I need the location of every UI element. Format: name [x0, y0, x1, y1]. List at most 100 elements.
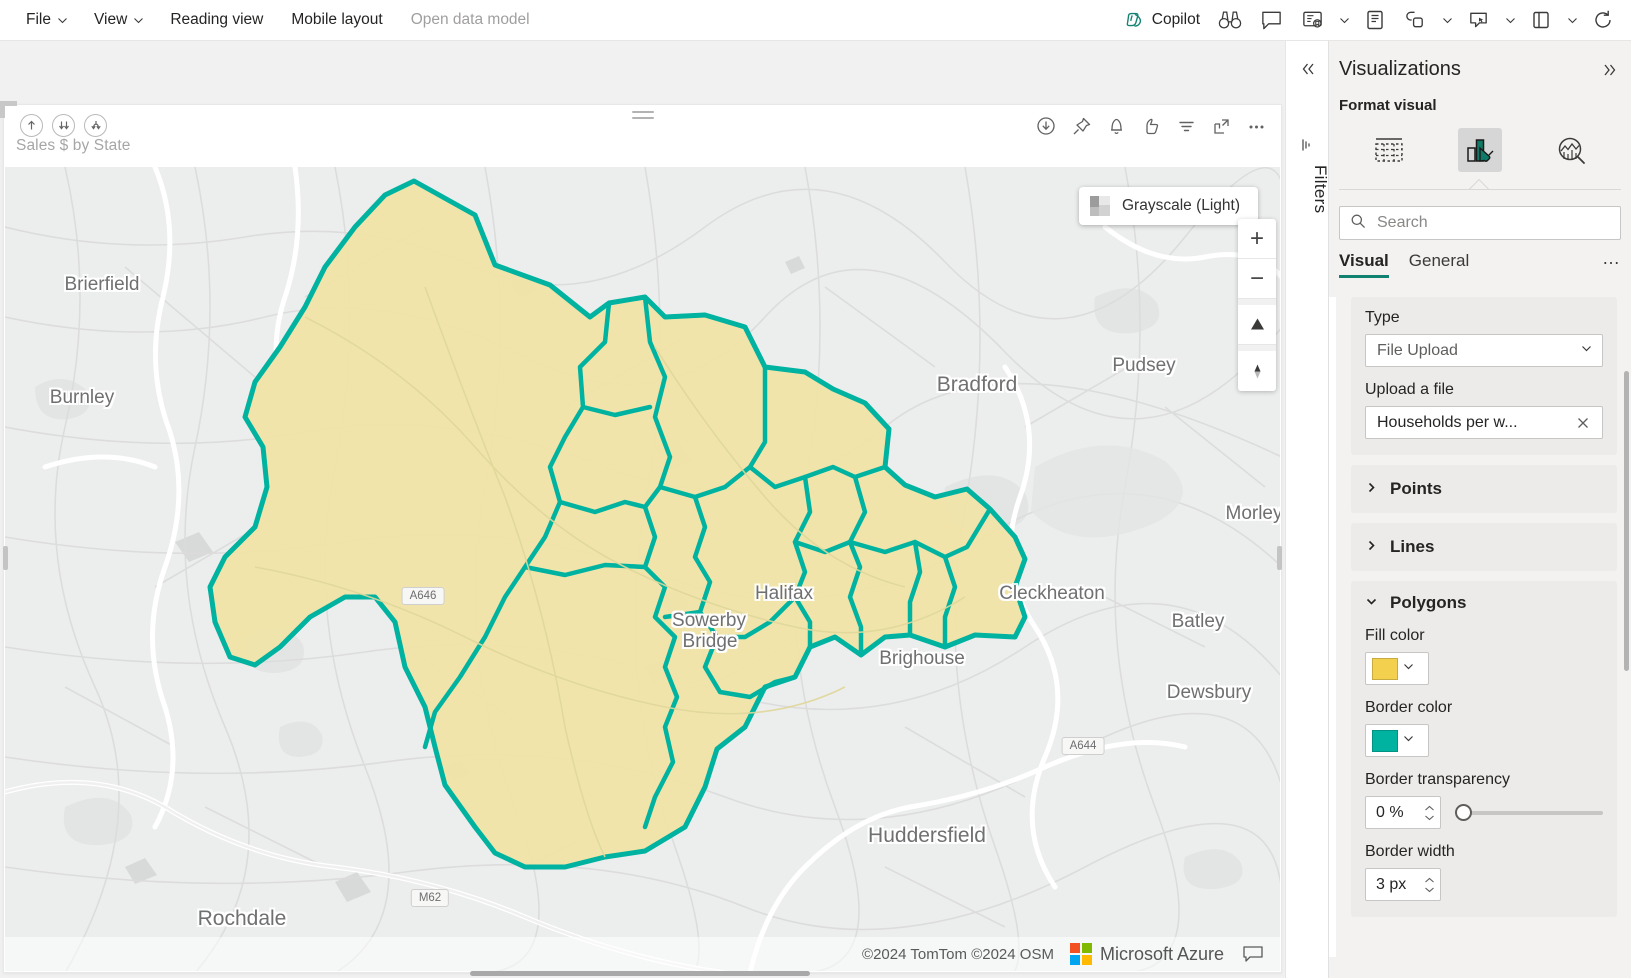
- canvas-horizontal-scrollbar[interactable]: [0, 969, 1285, 978]
- tab-analytics[interactable]: [1549, 128, 1593, 172]
- compass-button[interactable]: [1238, 351, 1276, 391]
- section-points-header[interactable]: Points: [1365, 479, 1603, 499]
- map-visual[interactable]: Sales $ by State Brierfield Burnley Brad…: [0, 101, 1282, 973]
- copilot-button[interactable]: Copilot: [1114, 4, 1209, 36]
- format-subtabs: Visual General …: [1339, 249, 1621, 291]
- download-icon[interactable]: [1033, 113, 1059, 139]
- new-window-button[interactable]: [1521, 4, 1561, 36]
- chat-in-teams-icon: [1467, 9, 1490, 31]
- road-shield: A646: [401, 587, 445, 605]
- section-polygons-header[interactable]: Polygons: [1365, 593, 1603, 613]
- format-pane-scrollbar-thumb[interactable]: [1624, 371, 1629, 671]
- section-lines[interactable]: Lines: [1351, 523, 1617, 571]
- format-settings-list[interactable]: Type File Upload Upload a file Household…: [1335, 297, 1631, 957]
- new-window-caret[interactable]: [1561, 4, 1583, 36]
- bookmarks-split-button[interactable]: [1292, 4, 1355, 36]
- selection-pane-button[interactable]: [1355, 4, 1395, 36]
- bookmarks-caret[interactable]: [1333, 4, 1355, 36]
- format-search-box[interactable]: [1339, 206, 1621, 240]
- road-shield: A644: [1061, 737, 1105, 755]
- tab-format-visual[interactable]: [1457, 128, 1502, 172]
- section-lines-label: Lines: [1390, 537, 1435, 556]
- map-style-picker[interactable]: Grayscale (Light): [1078, 187, 1258, 225]
- report-canvas[interactable]: Sales $ by State Brierfield Burnley Brad…: [0, 41, 1285, 978]
- visual-resize-handle-right[interactable]: [1277, 546, 1282, 570]
- type-label: Type: [1365, 309, 1400, 326]
- azure-map[interactable]: Brierfield Burnley Bradford Pudsey Morle…: [5, 167, 1280, 971]
- section-points[interactable]: Points: [1351, 465, 1617, 513]
- canvas-hscroll-thumb[interactable]: [470, 971, 810, 976]
- border-width-value: 3 px: [1376, 875, 1407, 893]
- menu-reading-view[interactable]: Reading view: [158, 5, 275, 35]
- fill-color-picker[interactable]: [1365, 652, 1429, 685]
- clear-file-icon[interactable]: [1572, 412, 1594, 434]
- menu-mobile-layout-label: Mobile layout: [291, 11, 383, 28]
- filters-pane-label[interactable]: Filters: [1286, 165, 1330, 213]
- expand-pane-button[interactable]: [1597, 57, 1623, 83]
- drill-controls: [20, 114, 107, 137]
- subtab-general[interactable]: General: [1409, 251, 1469, 278]
- stepper-arrows-icon[interactable]: [1424, 877, 1435, 893]
- visual-header: Sales $ by State: [4, 105, 1281, 167]
- like-thumbs-up-icon[interactable]: [1138, 113, 1164, 139]
- bookmarks-button[interactable]: [1292, 4, 1333, 36]
- chat-in-teams-split-button[interactable]: [1458, 4, 1521, 36]
- uploaded-file-field[interactable]: Households per w...: [1365, 406, 1603, 439]
- subtab-more-options[interactable]: …: [1602, 249, 1621, 267]
- map-basemap: [5, 167, 1280, 971]
- menu-view[interactable]: View: [82, 5, 154, 35]
- border-width-input[interactable]: 3 px: [1365, 868, 1441, 901]
- refresh-button[interactable]: [1583, 4, 1623, 36]
- zoom-in-button[interactable]: +: [1238, 219, 1276, 259]
- menu-open-data-model[interactable]: Open data model: [399, 5, 542, 35]
- stepper-arrows-icon[interactable]: [1424, 805, 1435, 821]
- border-transparency-control: 0 %: [1365, 796, 1603, 829]
- new-window-split-button[interactable]: [1521, 4, 1583, 36]
- map-attribution-text: ©2024 TomTom ©2024 OSM: [862, 945, 1054, 963]
- menu-mobile-layout[interactable]: Mobile layout: [279, 5, 394, 35]
- border-color-picker[interactable]: [1365, 724, 1429, 757]
- sync-slicers-split-button[interactable]: [1395, 4, 1458, 36]
- tab-build-visual[interactable]: [1367, 128, 1411, 172]
- filters-pane-icon: [1286, 133, 1330, 157]
- pin-icon[interactable]: [1068, 113, 1094, 139]
- collapse-filters-button[interactable]: [1286, 55, 1330, 83]
- type-dropdown[interactable]: File Upload: [1365, 334, 1603, 367]
- border-transparency-slider[interactable]: [1455, 804, 1603, 822]
- alert-bell-icon[interactable]: [1103, 113, 1129, 139]
- search-input[interactable]: [1375, 213, 1610, 233]
- visual-resize-handle-left[interactable]: [3, 546, 8, 570]
- border-transparency-input[interactable]: 0 %: [1365, 796, 1441, 829]
- power-bi-report-window: File View Reading view Mobile layout Ope…: [0, 0, 1631, 978]
- more-options-icon[interactable]: [1243, 113, 1269, 139]
- sync-slicers-button[interactable]: [1395, 4, 1436, 36]
- section-lines-header[interactable]: Lines: [1365, 537, 1603, 557]
- chat-in-teams-caret[interactable]: [1499, 4, 1521, 36]
- menu-file[interactable]: File: [14, 5, 78, 35]
- visual-title: Sales $ by State: [16, 137, 131, 154]
- focus-mode-icon[interactable]: [1208, 113, 1234, 139]
- ribbon-tools-group: Copilot: [1114, 0, 1631, 40]
- map-style-label: Grayscale (Light): [1121, 197, 1240, 214]
- uploaded-file-name: Households per w...: [1377, 413, 1518, 431]
- top-ribbon: File View Reading view Mobile layout Ope…: [0, 0, 1631, 41]
- comment-button[interactable]: [1251, 4, 1292, 36]
- sync-slicers-caret[interactable]: [1436, 4, 1458, 36]
- pane-divider: [1339, 189, 1621, 190]
- pitch-button[interactable]: [1238, 305, 1276, 345]
- slider-knob[interactable]: [1455, 804, 1472, 821]
- map-feedback-button[interactable]: [1240, 943, 1266, 965]
- expand-hierarchy-button[interactable]: [84, 114, 107, 137]
- chat-in-teams-button[interactable]: [1458, 4, 1499, 36]
- map-style-swatch-icon: [1089, 196, 1110, 216]
- slider-track: [1455, 810, 1603, 815]
- drill-up-button[interactable]: [20, 114, 43, 137]
- visualizations-pane: Visualizations Format visual Search Visu…: [1329, 41, 1631, 978]
- subtab-visual[interactable]: Visual: [1339, 251, 1389, 278]
- zoom-out-button[interactable]: −: [1238, 259, 1276, 299]
- filter-icon[interactable]: [1173, 113, 1199, 139]
- binoculars-button[interactable]: [1209, 4, 1251, 36]
- drill-down-button[interactable]: [52, 114, 75, 137]
- build-visual-icon: [1374, 138, 1403, 162]
- visual-drag-handle[interactable]: [631, 111, 654, 119]
